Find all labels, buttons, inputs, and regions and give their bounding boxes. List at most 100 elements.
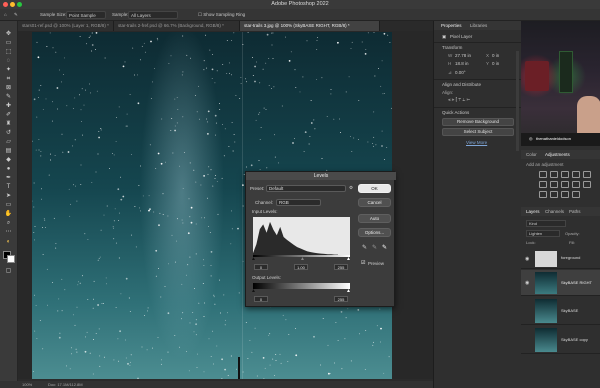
sample-size-select[interactable]: Point Sample (66, 11, 106, 19)
brush-tool-icon[interactable]: ✐ (3, 112, 14, 119)
tab-stars01[interactable]: stars01-ref.psd @ 100% (Layer 1, RGB/8) … (18, 21, 114, 31)
tab-properties[interactable]: Properties (441, 23, 462, 28)
show-sampling-ring-checkbox[interactable]: ☐ Show Sampling Ring (198, 12, 245, 18)
black-point-slider[interactable]: ▲ (251, 256, 256, 262)
gradient-tool-icon[interactable]: ▤ (3, 148, 14, 155)
home-icon[interactable]: ⌂ (4, 12, 7, 17)
screen-mode-icon[interactable]: ▢ (3, 268, 14, 275)
tab-adjustments[interactable]: Adjustments (545, 152, 570, 157)
align-label: Align: (442, 90, 454, 95)
gray-eyedropper-icon[interactable]: ✎ (372, 244, 377, 251)
more-tools-icon[interactable]: ⋯ (3, 229, 14, 236)
output-white-slider[interactable]: ▲ (346, 288, 351, 294)
y-field[interactable]: 0 in (492, 61, 499, 66)
layer-row[interactable]: SkyBASE copy (521, 326, 600, 354)
healing-brush-icon[interactable]: ✚ (3, 103, 14, 110)
layer-row[interactable]: ◉ SkyBASE RIGHT (521, 270, 600, 296)
path-select-icon[interactable]: ➤ (3, 193, 14, 200)
sample-select[interactable]: All Layers (128, 11, 178, 19)
tab-layers[interactable]: Layers (526, 209, 540, 214)
output-black-field[interactable]: 0 (254, 296, 268, 302)
move-tool-icon[interactable]: ✥ (3, 31, 14, 38)
channel-mixer-icon[interactable] (583, 181, 591, 188)
vibrance-icon[interactable] (583, 171, 591, 178)
preset-select[interactable]: Default (266, 185, 346, 192)
blend-mode-select[interactable]: Lighten (526, 230, 560, 237)
lasso-tool-icon[interactable]: ◌ (3, 58, 14, 65)
quick-select-tool-icon[interactable]: ✦ (3, 67, 14, 74)
threshold-icon[interactable] (561, 191, 569, 198)
star (274, 375, 275, 376)
crop-tool-icon[interactable]: ⌗ (3, 76, 14, 83)
levels-icon[interactable] (550, 171, 558, 178)
ok-button[interactable]: OK (358, 184, 391, 193)
background-color-swatch[interactable] (7, 255, 15, 263)
remove-background-button[interactable]: Remove Background (442, 118, 514, 126)
tab-color[interactable]: Color (526, 152, 537, 157)
select-subject-button[interactable]: Select Subject (442, 128, 514, 136)
artboard-tool-icon[interactable]: ▭ (3, 40, 14, 47)
preset-options-icon[interactable]: ⚙ (349, 185, 353, 191)
output-black-slider[interactable]: ▲ (251, 288, 256, 294)
tab-star-trails-2[interactable]: star-trails 2-fref.psd @ 66.7% (Backgrou… (114, 21, 240, 31)
eyedropper-tool-icon[interactable]: ✎ (14, 12, 18, 18)
rectangle-tool-icon[interactable]: ▭ (3, 202, 14, 209)
quick-mask-icon[interactable]: ◐ (3, 239, 14, 246)
input-black-field[interactable]: 0 (254, 264, 268, 270)
height-field[interactable]: 18.8 in (455, 61, 469, 66)
output-white-field[interactable]: 255 (334, 296, 348, 302)
history-brush-icon[interactable]: ↺ (3, 130, 14, 137)
selective-color-icon[interactable] (572, 191, 580, 198)
tab-channels[interactable]: Channels (545, 209, 564, 214)
layer-row[interactable]: SkyBASE (521, 297, 600, 325)
eyedropper-icon[interactable]: ✎ (3, 94, 14, 101)
angle-field[interactable]: 0.00° (455, 70, 466, 75)
hue-sat-icon[interactable] (539, 181, 547, 188)
eraser-tool-icon[interactable]: ▱ (3, 139, 14, 146)
input-white-field[interactable]: 255 (334, 264, 348, 270)
type-tool-icon[interactable]: T (3, 184, 14, 191)
layer-row[interactable]: ◉ foreground (521, 249, 600, 269)
dodge-tool-icon[interactable]: ● (3, 166, 14, 173)
auto-button[interactable]: Auto (358, 214, 391, 223)
star (57, 108, 59, 110)
view-more-link[interactable]: View More (466, 140, 487, 145)
tab-star-trails-3[interactable]: star-trails 3.jpg @ 100% (SkyBASE RIGHT,… (240, 21, 380, 31)
brightness-icon[interactable] (539, 171, 547, 178)
x-field[interactable]: 0 in (492, 53, 499, 58)
color-balance-icon[interactable] (550, 181, 558, 188)
gamma-slider[interactable]: ▲ (300, 256, 305, 262)
blur-tool-icon[interactable]: ◆ (3, 157, 14, 164)
black-white-icon[interactable] (561, 181, 569, 188)
hand-tool-icon[interactable]: ✋ (3, 211, 14, 218)
preview-checkbox[interactable]: ☑ (361, 260, 365, 266)
curves-icon[interactable] (561, 171, 569, 178)
visibility-eye-icon[interactable]: ◉ (525, 256, 529, 262)
channel-select[interactable]: RGB (276, 199, 321, 206)
white-eyedropper-icon[interactable]: ✎ (382, 244, 387, 251)
photo-filter-icon[interactable] (572, 181, 580, 188)
white-point-slider[interactable]: ▲ (346, 256, 351, 262)
zoom-tool-icon[interactable]: ⌕ (3, 220, 14, 227)
width-field[interactable]: 27.78 in (455, 53, 471, 58)
marquee-tool-icon[interactable]: ⬚ (3, 49, 14, 56)
visibility-eye-icon[interactable]: ◉ (525, 280, 529, 286)
align-buttons-icon[interactable]: ⫷ ⫸ ⫿ ⊤ ⊥ ⊢ (448, 97, 470, 102)
tab-paths[interactable]: Paths (569, 209, 581, 214)
clone-stamp-icon[interactable]: ♜ (3, 121, 14, 128)
frame-tool-icon[interactable]: ⊠ (3, 85, 14, 92)
input-gamma-field[interactable]: 1.00 (294, 264, 308, 270)
pen-tool-icon[interactable]: ✒ (3, 175, 14, 182)
star (37, 56, 40, 59)
tab-libraries[interactable]: Libraries (470, 23, 487, 28)
exposure-icon[interactable] (572, 171, 580, 178)
panel-scrollbar[interactable] (516, 51, 519, 151)
posterize-icon[interactable] (550, 191, 558, 198)
layer-kind-filter[interactable]: Kind (526, 220, 566, 227)
options-button[interactable]: Options... (358, 228, 391, 237)
cancel-button[interactable]: Cancel (358, 198, 391, 207)
invert-icon[interactable] (539, 191, 547, 198)
black-eyedropper-icon[interactable]: ✎ (362, 244, 367, 251)
star (151, 347, 153, 349)
star (374, 75, 376, 77)
